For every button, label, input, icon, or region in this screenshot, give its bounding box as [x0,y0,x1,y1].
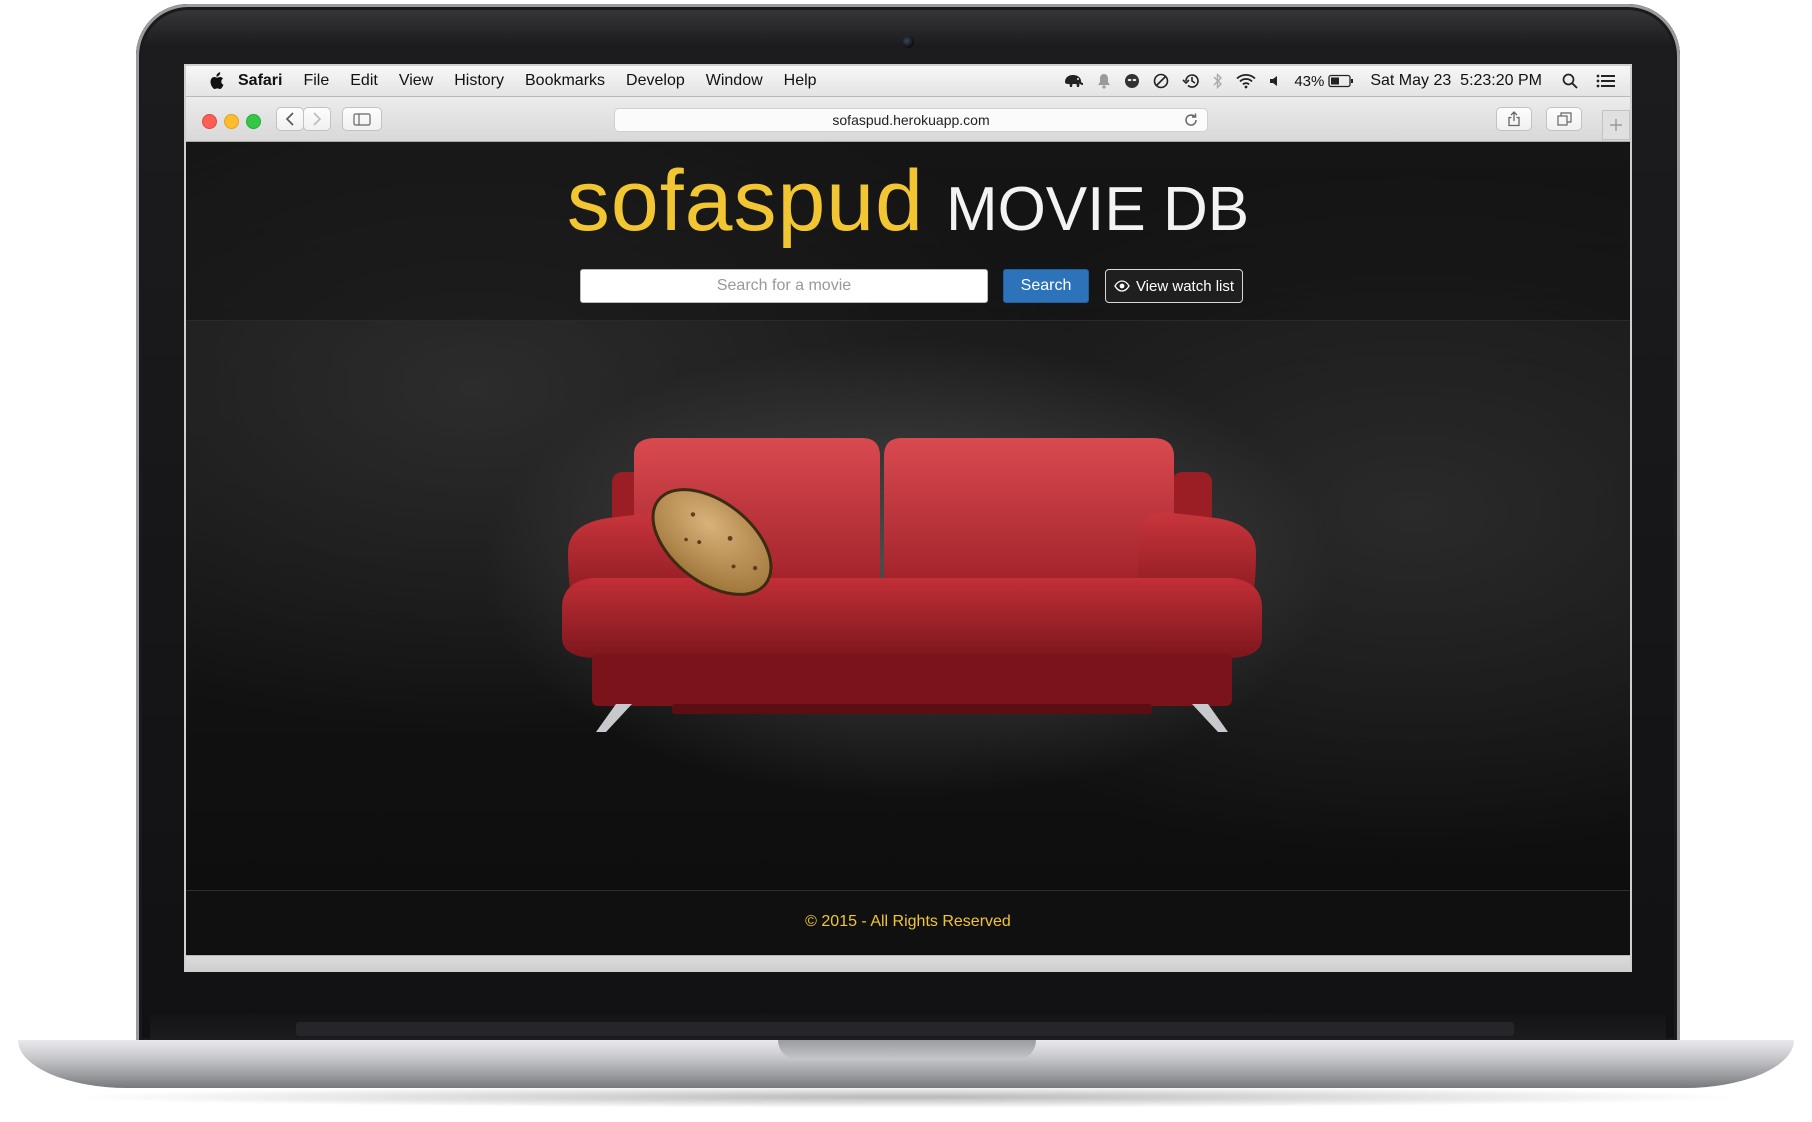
back-button[interactable] [276,107,304,131]
tabs-icon [1556,112,1572,126]
sidebar-icon [353,112,371,126]
menu-bookmarks[interactable]: Bookmarks [525,72,605,90]
battery-icon[interactable] [1328,74,1354,88]
address-bar[interactable]: sofaspud.herokuapp.com [614,108,1208,132]
menu-file[interactable]: File [303,72,329,90]
site-logo[interactable]: sofaspud MOVIE DB [186,152,1630,251]
menu-bar: Safari File Edit View History Bookmarks … [186,66,1630,97]
share-icon [1508,111,1520,127]
movie-search-input[interactable]: Search for a movie [580,269,988,303]
menu-clock[interactable]: Sat May 23 5:23:20 PM [1370,72,1542,90]
sofa-seat [562,578,1262,658]
new-tab-button[interactable] [1602,110,1630,140]
browser-toolbar: sofaspud.herokuapp.com [186,97,1630,142]
menu-view[interactable]: View [399,72,433,90]
menu-app-safari[interactable]: Safari [238,72,282,90]
site-header: sofaspud MOVIE DB Search for a movie Sear… [186,142,1630,321]
webpage: sofaspud MOVIE DB Search for a movie Sear… [186,142,1630,964]
sofa-illustration [562,438,1262,732]
screen: Safari File Edit View History Bookmarks … [184,64,1632,972]
notification-bell-icon[interactable] [1097,73,1111,89]
volume-icon[interactable] [1269,73,1281,89]
wifi-icon[interactable] [1236,73,1256,89]
eye-icon [1114,280,1130,292]
menu-window[interactable]: Window [706,72,763,90]
minimize-window-button[interactable] [224,114,239,129]
menu-develop[interactable]: Develop [626,72,685,90]
sofa-leg-right [1192,704,1228,732]
laptop-notch [778,1040,1036,1060]
search-placeholder: Search for a movie [716,277,852,294]
watch-list-label: View watch list [1135,277,1235,295]
browser-bottom-edge [186,955,1630,970]
forward-button[interactable] [303,107,331,131]
spotlight-search-icon[interactable] [1562,73,1578,89]
laptop-shadow [60,1086,1752,1108]
chevron-right-icon [313,112,322,126]
close-window-button[interactable] [202,114,217,129]
search-button[interactable]: Search [1003,269,1089,303]
status-area: 43% Sat May 23 5:23:20 PM [1049,66,1616,96]
show-all-tabs-button[interactable] [1546,107,1582,131]
site-footer: © 2015 - All Rights Reserved [186,890,1630,953]
do-not-disturb-icon[interactable] [1153,73,1169,89]
sofa-base-trim [672,704,1152,714]
camera-icon [902,36,914,48]
bluetooth-icon[interactable] [1213,73,1223,89]
share-button[interactable] [1496,107,1532,131]
sidebar-toggle-button[interactable] [342,107,382,131]
zoom-window-button[interactable] [246,114,261,129]
elephant-icon[interactable] [1062,73,1084,89]
sofa-leg-left [596,704,632,732]
brand-movie-db: MOVIE DB [945,175,1250,244]
battery-percent[interactable]: 43% [1294,73,1324,90]
apple-icon[interactable] [208,72,224,90]
view-watch-list-button[interactable]: View watch list [1105,269,1243,303]
sofa-base [592,654,1232,706]
chevron-left-icon [285,112,294,126]
time-machine-icon[interactable] [1182,73,1200,89]
alien-icon[interactable] [1124,73,1140,89]
address-bar-url: sofaspud.herokuapp.com [832,112,990,128]
menu-edit[interactable]: Edit [350,72,378,90]
reload-icon[interactable] [1183,112,1199,128]
sofa-back-cushion-right [884,438,1174,582]
menu-history[interactable]: History [454,72,504,90]
laptop-bezel-strip [296,1022,1514,1036]
notification-center-icon[interactable] [1596,74,1616,88]
menu-help[interactable]: Help [784,72,817,90]
plus-icon [1610,119,1622,131]
brand-sofaspud: sofaspud [566,153,924,249]
